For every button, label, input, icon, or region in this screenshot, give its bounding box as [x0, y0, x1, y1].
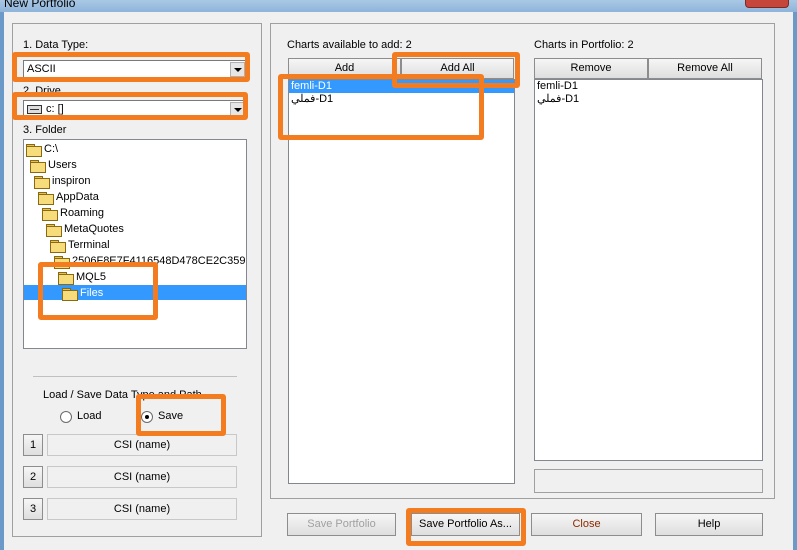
drive-icon [27, 105, 42, 114]
preset-text: CSI (name) [113, 503, 171, 515]
tree-item[interactable]: MetaQuotes [46, 221, 124, 237]
tree-item-label: Files [80, 287, 104, 299]
preset-1-button[interactable]: 1 [23, 434, 43, 456]
data-type-select[interactable]: ASCII [23, 60, 247, 79]
tree-item[interactable]: AppData [38, 189, 99, 205]
folder-open-icon [34, 175, 50, 189]
tree-item-label: inspiron [52, 175, 91, 187]
tree-item[interactable]: 2506F8E7F4116548D478CE2C359 [54, 253, 245, 269]
data-type-value: ASCII [27, 63, 56, 75]
save-portfolio-as-button[interactable]: Save Portfolio As... [411, 513, 520, 536]
save-portfolio-as-label: Save Portfolio As... [419, 518, 512, 530]
tree-item-label: MQL5 [76, 271, 106, 283]
list-item-selected[interactable]: femli-D1 [289, 80, 514, 93]
add-all-button-label: Add All [440, 62, 475, 74]
separator [33, 376, 237, 377]
close-button[interactable]: Close [531, 513, 642, 536]
chevron-down-icon[interactable] [230, 102, 245, 117]
folder-open-icon [42, 207, 58, 221]
available-label: Charts available to add: 2 [287, 39, 412, 51]
list-item-label: فملي-D1 [537, 93, 580, 105]
tree-item[interactable]: inspiron [34, 173, 91, 189]
folder-open-icon [46, 223, 62, 237]
window-close-button[interactable] [745, 0, 789, 8]
add-button-label: Add [334, 62, 355, 74]
add-all-button[interactable]: Add All [401, 58, 514, 79]
list-item-label: فملي-D1 [291, 93, 334, 105]
preset-text: CSI (name) [113, 439, 171, 451]
folder-tree[interactable]: C:\ Users inspiron AppData Roaming MetaQ… [23, 139, 247, 349]
preset-number: 3 [29, 503, 37, 515]
drive-value: c: [] [46, 103, 64, 115]
tree-item-label: Terminal [68, 239, 110, 251]
load-radio[interactable] [60, 411, 72, 423]
save-portfolio-button[interactable]: Save Portfolio [287, 513, 396, 536]
folder-open-icon [38, 191, 54, 205]
drive-label: 2. Drive [23, 85, 61, 97]
preset-1-field: CSI (name) [47, 434, 237, 456]
list-item[interactable]: فملي-D1 [291, 93, 333, 106]
tree-item-label: C:\ [44, 143, 59, 155]
tree-item[interactable]: Users [30, 157, 77, 173]
preset-2-button[interactable]: 2 [23, 466, 43, 488]
preset-2-field: CSI (name) [47, 466, 237, 488]
save-radio-label: Save [158, 410, 184, 422]
save-portfolio-label: Save Portfolio [307, 518, 376, 530]
tree-item-label: Roaming [60, 207, 105, 219]
folder-open-icon [62, 287, 78, 301]
tree-item-label: MetaQuotes [64, 223, 124, 235]
help-button-label: Help [697, 518, 721, 530]
tree-item-selected[interactable]: Files [62, 285, 103, 301]
portfolio-list[interactable]: femli-D1 فملي-D1 [534, 79, 763, 461]
tree-item[interactable]: MQL5 [58, 269, 106, 285]
drive-select[interactable]: c: [] [23, 100, 247, 119]
tree-item[interactable]: Roaming [42, 205, 104, 221]
tree-item-label: 2506F8E7F4116548D478CE2C359 [72, 255, 246, 267]
portfolio-status-field [534, 469, 763, 493]
tree-item[interactable]: C:\ [26, 141, 58, 157]
preset-number: 2 [29, 471, 37, 483]
remove-button-label: Remove [570, 62, 612, 74]
preset-number: 1 [29, 439, 37, 451]
folder-open-icon [50, 239, 66, 253]
folder-open-icon [30, 159, 46, 173]
add-button[interactable]: Add [288, 58, 401, 79]
list-item-label: femli-D1 [537, 80, 578, 92]
tree-item[interactable]: Terminal [50, 237, 110, 253]
preset-3-button[interactable]: 3 [23, 498, 43, 520]
list-item[interactable]: فملي-D1 [537, 93, 579, 106]
left-panel: 1. Data Type: ASCII 2. Drive c: [] 3. Fo… [12, 23, 262, 537]
folder-selection [24, 285, 246, 300]
folder-open-icon [54, 255, 70, 269]
preset-3-field: CSI (name) [47, 498, 237, 520]
remove-button[interactable]: Remove [534, 58, 648, 79]
portfolio-label: Charts in Portfolio: 2 [534, 39, 634, 51]
tree-item-label: Users [48, 159, 77, 171]
window-title: New Portfolio [4, 0, 76, 10]
right-panel: Charts available to add: 2 Add Add All f… [270, 23, 775, 499]
close-button-label: Close [572, 518, 601, 530]
available-list[interactable]: femli-D1 فملي-D1 [288, 79, 515, 484]
tree-item-label: AppData [56, 191, 99, 203]
folder-label: 3. Folder [23, 124, 67, 136]
folder-open-icon [58, 271, 74, 285]
data-type-label: 1. Data Type: [23, 39, 89, 51]
title-bar: New Portfolio [0, 0, 797, 12]
load-save-label: Load / Save Data Type and Path [43, 389, 202, 401]
dialog-body: 1. Data Type: ASCII 2. Drive c: [] 3. Fo… [4, 12, 793, 550]
folder-open-icon [26, 143, 42, 157]
load-radio-label: Load [77, 410, 102, 422]
save-radio[interactable] [141, 411, 153, 423]
remove-all-button-label: Remove All [677, 62, 733, 74]
list-item-label: femli-D1 [291, 80, 332, 92]
help-button[interactable]: Help [655, 513, 763, 536]
preset-text: CSI (name) [113, 471, 171, 483]
list-item[interactable]: femli-D1 [537, 80, 578, 93]
remove-all-button[interactable]: Remove All [648, 58, 762, 79]
chevron-down-icon[interactable] [230, 62, 245, 77]
